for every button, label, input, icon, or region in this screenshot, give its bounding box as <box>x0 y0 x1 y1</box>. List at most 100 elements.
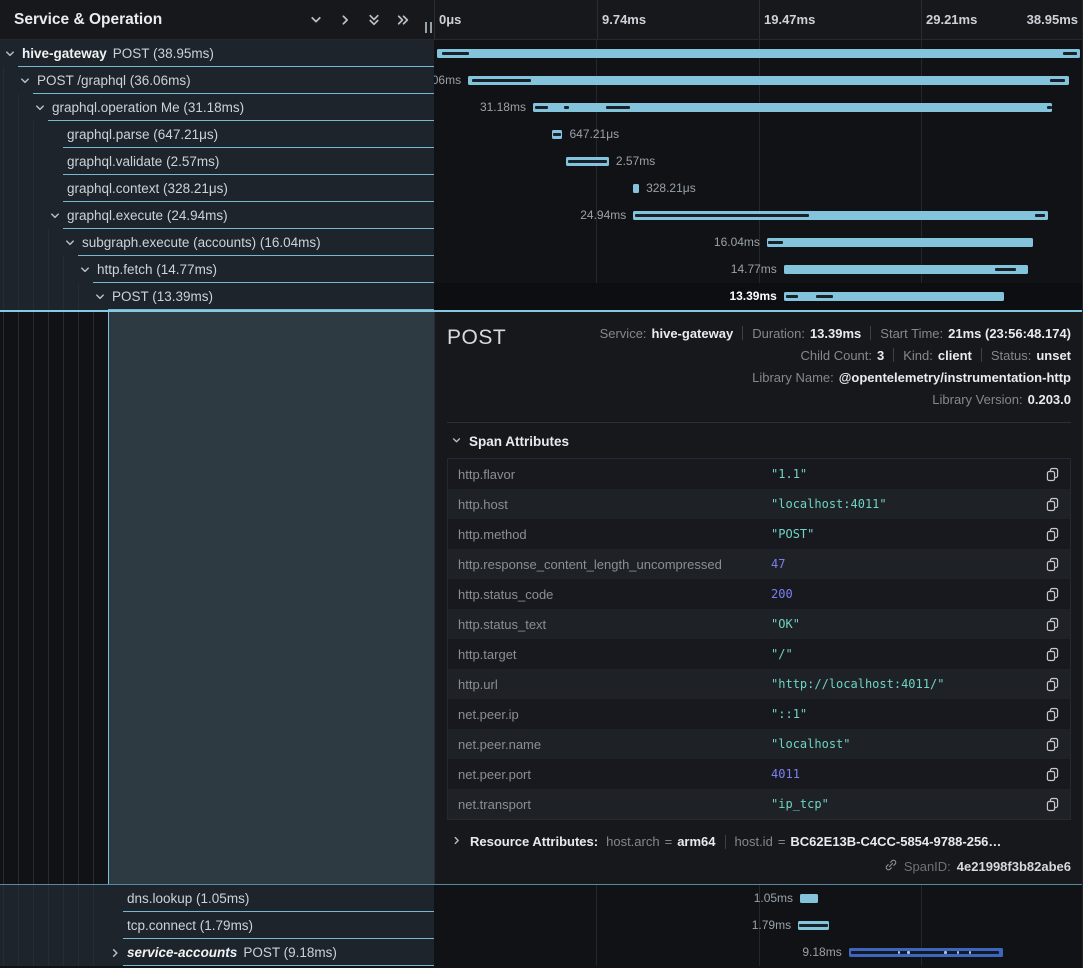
copy-icon[interactable] <box>1045 467 1060 482</box>
resource-attr-key: host.arch <box>606 834 659 849</box>
meta-label: Kind: <box>903 348 933 363</box>
collapse-one-icon[interactable] <box>309 13 323 27</box>
span-name-cell[interactable]: graphql.execute (24.94ms) <box>0 202 434 229</box>
link-icon[interactable] <box>884 858 898 875</box>
span-bar[interactable] <box>633 184 639 193</box>
span-timeline-cell[interactable]: 1.79ms <box>434 912 1083 939</box>
indent-guides <box>0 912 105 939</box>
span-name-cell[interactable]: hive-gatewayPOST (38.95ms) <box>0 40 434 67</box>
chevron-down-icon[interactable] <box>34 94 48 121</box>
span-label: graphql.context (328.21μs) <box>67 175 228 202</box>
duration-label: 1.05ms <box>754 885 793 912</box>
attr-key: http.method <box>458 527 771 542</box>
span-bar[interactable] <box>784 265 1028 274</box>
span-row: graphql.execute (24.94ms)24.94ms <box>0 202 1083 229</box>
copy-icon[interactable] <box>1045 707 1060 722</box>
span-timeline-cell[interactable]: 328.21μs <box>434 175 1083 202</box>
span-bar[interactable] <box>800 894 818 903</box>
span-timeline-cell[interactable]: 13.39ms <box>434 283 1083 310</box>
span-timeline-cell[interactable]: 31.18ms <box>434 94 1083 121</box>
copy-icon[interactable] <box>1045 797 1060 812</box>
copy-icon[interactable] <box>1045 617 1060 632</box>
span-timeline-cell[interactable]: 9.18ms <box>434 939 1083 966</box>
child-span-marker <box>799 924 828 927</box>
span-timeline-cell[interactable]: 16.04ms <box>434 229 1083 256</box>
trace-viewer: Service & Operation 0μs9.74ms19.47ms29.2… <box>0 0 1083 968</box>
chevron-down-icon[interactable] <box>4 40 18 67</box>
copy-icon[interactable] <box>1045 737 1060 752</box>
chevron-down-icon[interactable] <box>79 256 93 283</box>
chevron-down-icon[interactable] <box>94 283 108 310</box>
chevron-right-icon <box>451 834 462 849</box>
span-bar[interactable] <box>767 238 1033 247</box>
span-label: tcp.connect (1.79ms) <box>127 912 253 939</box>
span-timeline-cell[interactable]: 647.21μs <box>434 121 1083 148</box>
span-bar[interactable] <box>533 103 1052 112</box>
span-name-cell[interactable]: POST /graphql (36.06ms) <box>0 67 434 94</box>
copy-icon[interactable] <box>1045 497 1060 512</box>
grid-line <box>921 0 922 39</box>
span-timeline-cell[interactable]: 14.77ms <box>434 256 1083 283</box>
span-bar[interactable] <box>437 49 1080 58</box>
grid-line <box>759 0 760 39</box>
attr-row: http.target"/" <box>448 639 1070 669</box>
span-name-cell[interactable]: graphql.operation Me (31.18ms) <box>0 94 434 121</box>
span-name-cell[interactable]: POST (13.39ms) <box>0 283 434 310</box>
resource-attributes-row[interactable]: Resource Attributes:host.arch=arm64host.… <box>451 834 1071 849</box>
span-name-cell[interactable]: subgraph.execute (accounts) (16.04ms) <box>0 229 434 256</box>
span-name-cell[interactable]: graphql.parse (647.21μs) <box>0 121 434 148</box>
span-timeline-cell[interactable]: 2.57ms <box>434 148 1083 175</box>
meta-value: 0.203.0 <box>1028 392 1071 407</box>
expand-all-icon[interactable] <box>396 13 410 27</box>
equals-sign: = <box>665 834 673 849</box>
chevron-right-icon[interactable] <box>109 939 123 966</box>
span-bar[interactable] <box>798 921 829 930</box>
meta-label: Child Count: <box>800 348 872 363</box>
span-name-cell[interactable]: graphql.validate (2.57ms) <box>0 148 434 175</box>
span-name-cell[interactable]: service-accountsPOST (9.18ms) <box>0 939 434 966</box>
span-bar[interactable] <box>633 211 1048 220</box>
span-bar[interactable] <box>468 76 1069 85</box>
copy-icon[interactable] <box>1045 647 1060 662</box>
indent-guides <box>0 939 105 966</box>
span-bar[interactable] <box>566 157 609 166</box>
meta-line: Service:hive-gatewayDuration:13.39msStar… <box>600 322 1071 344</box>
span-bar[interactable] <box>784 292 1004 301</box>
meta-label: Start Time: <box>880 326 943 341</box>
chevron-down-icon[interactable] <box>49 202 63 229</box>
copy-icon[interactable] <box>1045 557 1060 572</box>
operation-name: POST (9.18ms) <box>243 945 337 960</box>
service-operation-title: Service & Operation <box>14 11 162 29</box>
chevron-down-icon[interactable] <box>64 229 78 256</box>
span-timeline-cell[interactable]: 24.94ms <box>434 202 1083 229</box>
span-bar[interactable] <box>849 948 1003 957</box>
collapse-all-icon[interactable] <box>367 13 381 27</box>
span-name-cell[interactable]: graphql.context (328.21μs) <box>0 175 434 202</box>
tick-label: 29.21ms <box>926 0 977 38</box>
column-resize-handle[interactable] <box>425 22 432 33</box>
span-row: tcp.connect (1.79ms) 1.79ms <box>0 912 1083 939</box>
span-timeline-cell[interactable]: 1.05ms <box>434 885 1083 912</box>
span-id-value: 4e21998f3b82abe6 <box>957 859 1071 874</box>
span-id-label: SpanID: <box>904 859 951 874</box>
meta-label: Status: <box>991 348 1031 363</box>
span-timeline-cell[interactable]: 38.95ms <box>434 40 1083 67</box>
copy-icon[interactable] <box>1045 527 1060 542</box>
span-name-cell[interactable]: http.fetch (14.77ms) <box>0 256 434 283</box>
copy-icon[interactable] <box>1045 767 1060 782</box>
child-span-marker <box>1047 106 1052 109</box>
tick-label: 9.74ms <box>602 0 646 38</box>
copy-icon[interactable] <box>1045 587 1060 602</box>
span-name-cell[interactable]: tcp.connect (1.79ms) <box>0 912 434 939</box>
span-timeline-cell[interactable]: 36.06ms <box>434 67 1083 94</box>
span-attributes-accordion[interactable]: Span Attributes <box>451 434 1071 449</box>
span-bar[interactable] <box>552 130 562 139</box>
expand-one-icon[interactable] <box>338 13 352 27</box>
copy-icon[interactable] <box>1045 677 1060 692</box>
span-name-cell[interactable]: dns.lookup (1.05ms) <box>0 885 434 912</box>
child-span-marker <box>1035 214 1045 217</box>
chevron-down-icon[interactable] <box>19 67 33 94</box>
tick-label: 38.95ms <box>1027 0 1078 38</box>
indent-guides <box>0 202 45 229</box>
child-span-marker <box>1063 52 1077 55</box>
